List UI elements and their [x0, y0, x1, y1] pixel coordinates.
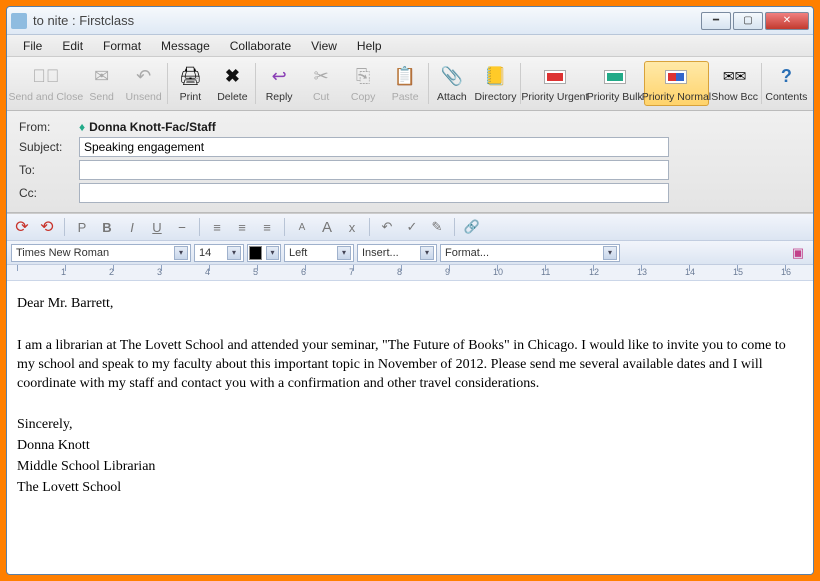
titlebar: to nite : Firstclass ━ ▢ ✕	[7, 7, 813, 35]
menu-collaborate[interactable]: Collaborate	[222, 37, 299, 55]
menu-file[interactable]: File	[15, 37, 50, 55]
body-greeting: Dear Mr. Barrett,	[17, 295, 803, 314]
stop-icon[interactable]: ⟳	[11, 217, 33, 237]
priority-urgent-icon	[543, 65, 567, 89]
superscript-button[interactable]: x	[341, 217, 363, 237]
message-headers: From: ♦ Donna Knott-Fac/Staff Subject: T…	[7, 111, 813, 213]
sig-line-3: Middle School Librarian	[17, 458, 803, 477]
copy-icon: ⎘	[351, 65, 375, 89]
to-input[interactable]	[79, 160, 669, 180]
bold-button[interactable]: B	[96, 217, 118, 237]
directory-button[interactable]: 📒Directory	[474, 61, 517, 106]
sig-line-2: Donna Knott	[17, 437, 803, 456]
send-button[interactable]: ✉Send	[82, 61, 122, 106]
format-toolbar-2: Times New Roman▾ 14▾ ▾ Left▾ Insert...▾ …	[7, 241, 813, 265]
clear-button[interactable]: ✎	[426, 217, 448, 237]
font-smaller-button[interactable]: A	[291, 217, 313, 237]
priority-bulk-icon	[603, 65, 627, 89]
printer-icon: 🖨	[178, 65, 202, 89]
cut-button[interactable]: ✂Cut	[301, 61, 341, 106]
directory-icon: 📒	[484, 65, 508, 89]
cc-label: Cc:	[19, 186, 79, 200]
chevron-down-icon: ▾	[337, 246, 351, 260]
envelope-close-icon: �⃠	[34, 65, 58, 89]
delete-icon: ✖	[220, 65, 244, 89]
insert-select[interactable]: Insert...▾	[357, 244, 437, 262]
align-select[interactable]: Left▾	[284, 244, 354, 262]
underline-button[interactable]: U	[146, 217, 168, 237]
body-paragraph: I am a librarian at The Lovett School an…	[17, 337, 803, 394]
send-and-close-button[interactable]: �⃠Send and Close	[12, 61, 80, 106]
attach-button[interactable]: 📎Attach	[432, 61, 472, 106]
app-window: to nite : Firstclass ━ ▢ ✕ File Edit For…	[6, 6, 814, 575]
print-button[interactable]: 🖨Print	[170, 61, 210, 106]
sig-line-4: The Lovett School	[17, 479, 803, 498]
message-body[interactable]: Dear Mr. Barrett, I am a librarian at Th…	[7, 281, 813, 574]
undo-button[interactable]: ↶	[376, 217, 398, 237]
menu-message[interactable]: Message	[153, 37, 218, 55]
check-button[interactable]: ✓	[401, 217, 423, 237]
menu-view[interactable]: View	[303, 37, 345, 55]
priority-urgent-button[interactable]: Priority Urgent	[524, 61, 586, 106]
reply-icon: ↩	[267, 65, 291, 89]
link-button[interactable]: 🔗	[461, 217, 483, 237]
expand-icon[interactable]: ▣	[787, 243, 809, 263]
align-left-button[interactable]: ≡	[206, 217, 228, 237]
chevron-down-icon: ▾	[420, 246, 434, 260]
delete-button[interactable]: ✖Delete	[212, 61, 252, 106]
menu-edit[interactable]: Edit	[54, 37, 91, 55]
unsend-button[interactable]: ↶Unsend	[124, 61, 164, 106]
menubar: File Edit Format Message Collaborate Vie…	[7, 35, 813, 57]
subject-input[interactable]	[79, 137, 669, 157]
menu-help[interactable]: Help	[349, 37, 390, 55]
strike-button[interactable]: ⎯	[171, 217, 193, 237]
help-icon: ?	[774, 65, 798, 89]
envelope-icon: ✉	[90, 65, 114, 89]
from-value: Donna Knott-Fac/Staff	[89, 120, 216, 134]
from-label: From:	[19, 120, 79, 134]
close-button[interactable]: ✕	[765, 12, 809, 30]
maximize-button[interactable]: ▢	[733, 12, 763, 30]
align-center-button[interactable]: ≡	[231, 217, 253, 237]
format-select[interactable]: Format...▾	[440, 244, 620, 262]
fontsize-select[interactable]: 14▾	[194, 244, 244, 262]
menu-format[interactable]: Format	[95, 37, 149, 55]
ruler[interactable]: 12345678910111213141516	[7, 265, 813, 281]
priority-bulk-button[interactable]: Priority Bulk	[588, 61, 642, 106]
align-right-button[interactable]: ≡	[256, 217, 278, 237]
minimize-button[interactable]: ━	[701, 12, 731, 30]
paperclip-icon: 📎	[440, 65, 464, 89]
color-select[interactable]: ▾	[247, 244, 281, 262]
window-title: to nite : Firstclass	[33, 13, 699, 28]
font-select[interactable]: Times New Roman▾	[11, 244, 191, 262]
undo-icon: ↶	[132, 65, 156, 89]
color-swatch	[249, 246, 262, 260]
cc-input[interactable]	[79, 183, 669, 203]
copy-button[interactable]: ⎘Copy	[343, 61, 383, 106]
bcc-icon: ✉✉	[723, 65, 747, 89]
app-icon	[11, 13, 27, 29]
redo-icon[interactable]: ⟳	[36, 217, 58, 237]
sig-line-1: Sincerely,	[17, 416, 803, 435]
toolbar: �⃠Send and Close ✉Send ↶Unsend 🖨Print ✖D…	[7, 57, 813, 111]
font-bigger-button[interactable]: A	[316, 217, 338, 237]
to-label: To:	[19, 163, 79, 177]
priority-normal-button[interactable]: Priority Normal	[644, 61, 710, 106]
chevron-down-icon: ▾	[174, 246, 188, 260]
scissors-icon: ✂	[309, 65, 333, 89]
chevron-down-icon: ▾	[227, 246, 241, 260]
format-toolbar-1: ⟳ ⟳ P B I U ⎯ ≡ ≡ ≡ A A x ↶ ✓ ✎ 🔗	[7, 213, 813, 241]
italic-button[interactable]: I	[121, 217, 143, 237]
paste-button[interactable]: 📋Paste	[385, 61, 425, 106]
paste-icon: 📋	[393, 65, 417, 89]
reply-button[interactable]: ↩Reply	[259, 61, 299, 106]
show-bcc-button[interactable]: ✉✉Show Bcc	[711, 61, 758, 106]
contents-button[interactable]: ?Contents	[765, 61, 808, 106]
subject-label: Subject:	[19, 140, 79, 154]
chevron-down-icon: ▾	[603, 246, 617, 260]
user-icon: ♦	[79, 120, 85, 134]
priority-normal-icon	[664, 65, 688, 89]
plain-button[interactable]: P	[71, 217, 93, 237]
chevron-down-icon: ▾	[266, 246, 279, 260]
